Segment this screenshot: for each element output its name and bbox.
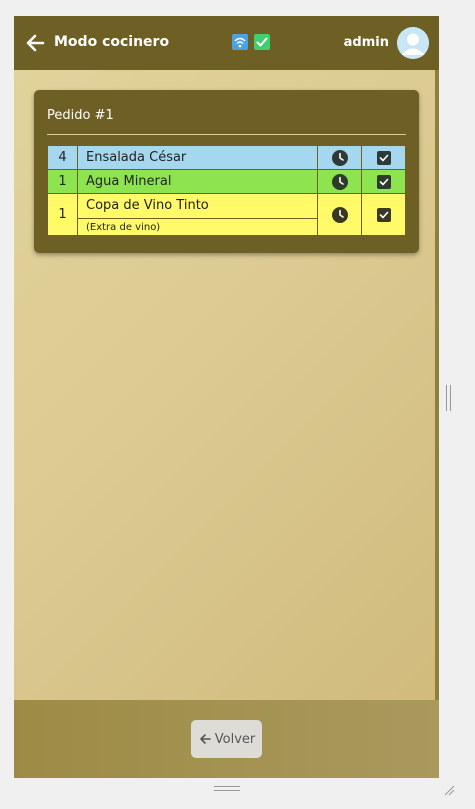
table-row: 1 Agua Mineral <box>47 169 406 194</box>
table-row: 4 Ensalada César <box>47 145 406 170</box>
item-qty: 1 <box>47 193 78 236</box>
clock-icon[interactable] <box>331 149 348 166</box>
item-check-cell[interactable] <box>361 145 406 170</box>
item-qty: 1 <box>47 169 78 194</box>
checkbox-icon[interactable] <box>376 150 391 165</box>
status-icons <box>232 34 270 50</box>
user-name: admin <box>343 35 389 50</box>
wifi-icon <box>232 34 248 50</box>
horizontal-resize-handle[interactable] <box>214 786 240 791</box>
side-strip <box>435 70 439 700</box>
check-icon <box>254 34 270 50</box>
app-frame: Modo cocinero admin Pedido #1 4 Ensalada… <box>14 16 439 778</box>
app-header: Modo cocinero admin <box>14 16 439 70</box>
item-name-cell: Copa de Vino Tinto (Extra de vino) <box>77 193 318 236</box>
footer-bar: Volver <box>14 700 439 778</box>
item-qty: 4 <box>47 145 78 170</box>
page-title: Modo cocinero <box>54 34 170 50</box>
resize-grip-icon[interactable] <box>443 784 455 796</box>
item-name: Ensalada César <box>77 145 318 170</box>
item-name: Copa de Vino Tinto <box>86 198 209 213</box>
divider <box>47 134 406 135</box>
item-name: Agua Mineral <box>77 169 318 194</box>
table-row: 1 Copa de Vino Tinto (Extra de vino) <box>47 193 406 236</box>
item-status-cell[interactable] <box>317 193 362 236</box>
order-card: Pedido #1 4 Ensalada César 1 Agua Minera… <box>34 90 419 253</box>
back-button-label: Volver <box>214 731 256 747</box>
clock-icon[interactable] <box>331 206 348 223</box>
order-title: Pedido #1 <box>47 108 114 123</box>
checkbox-icon[interactable] <box>376 207 391 222</box>
item-status-cell[interactable] <box>317 145 362 170</box>
arrow-left-icon <box>199 734 211 744</box>
back-arrow-icon[interactable] <box>25 33 45 53</box>
user-avatar-icon[interactable] <box>397 27 429 59</box>
item-check-cell[interactable] <box>361 193 406 236</box>
order-items-table: 4 Ensalada César 1 Agua Mineral 1 Copa d… <box>47 145 406 236</box>
clock-icon[interactable] <box>331 173 348 190</box>
item-check-cell[interactable] <box>361 169 406 194</box>
item-status-cell[interactable] <box>317 169 362 194</box>
vertical-resize-handle[interactable] <box>446 385 451 411</box>
checkbox-icon[interactable] <box>376 174 391 189</box>
back-button[interactable]: Volver <box>191 720 262 758</box>
item-note: (Extra de vino) <box>78 218 317 235</box>
